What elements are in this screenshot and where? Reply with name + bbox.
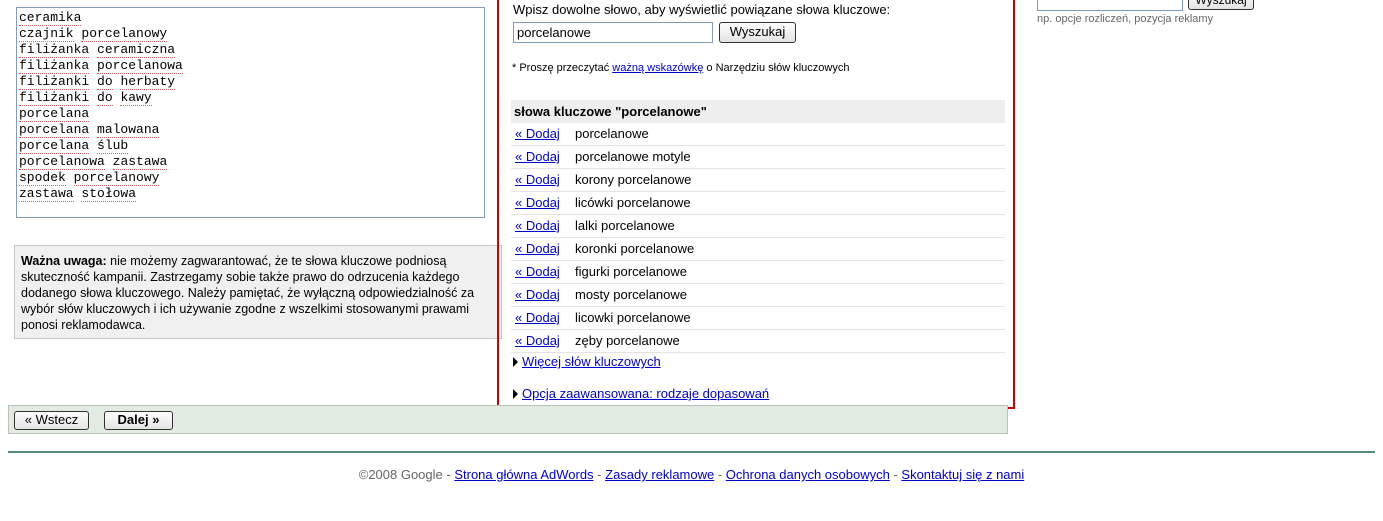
add-keyword-link[interactable]: « Dodaj (515, 310, 560, 325)
add-keyword-link[interactable]: « Dodaj (515, 149, 560, 164)
add-keyword-link[interactable]: « Dodaj (515, 287, 560, 302)
keyword-line: filiżanka ceramiczna (19, 42, 176, 58)
footer-copyright: ©2008 Google - (358, 467, 455, 482)
result-keyword: korony porcelanowe (575, 172, 692, 187)
help-search-button[interactable]: Wyszukaj (1188, 0, 1254, 10)
help-search-input[interactable] (1037, 0, 1183, 11)
footer-link-ad-policy[interactable]: Zasady reklamowe (605, 467, 714, 482)
result-keyword: lalki porcelanowe (575, 218, 675, 233)
results-table: słowa kluczowe "porcelanowe" « Dodaj porc… (511, 100, 1005, 353)
add-keyword-link[interactable]: « Dodaj (515, 241, 560, 256)
keyword-line: porcelana (19, 106, 90, 122)
result-row: « Dodaj korony porcelanowe (511, 169, 1005, 192)
advanced-match-types-link[interactable]: Opcja zaawansowana: rodzaje dopasowań (522, 386, 769, 401)
result-keyword: licówki porcelanowe (575, 195, 691, 210)
expand-triangle-icon (513, 389, 518, 399)
results-header: słowa kluczowe "porcelanowe" (511, 100, 1005, 123)
add-keyword-link[interactable]: « Dodaj (515, 333, 560, 348)
footer-link-privacy[interactable]: Ochrona danych osobowych (726, 467, 890, 482)
back-button[interactable]: « Wstecz (14, 411, 89, 430)
add-keyword-cell: « Dodaj (511, 330, 575, 352)
tool-note: * Proszę przeczytać ważną wskazówkę o Na… (512, 62, 849, 74)
keyword-tool-panel: Wpisz dowolne słowo, aby wyświetlić powi… (497, 0, 1015, 409)
result-keyword: koronki porcelanowe (575, 241, 695, 256)
keyword-line: filiżanka porcelanowa (19, 58, 183, 74)
add-keyword-cell: « Dodaj (511, 146, 575, 168)
footer-separator: - (889, 467, 902, 482)
keyword-line: porcelanowa zastawa (19, 154, 168, 170)
keyword-line: porcelana malowana (19, 122, 160, 138)
add-keyword-cell: « Dodaj (511, 261, 575, 283)
keyword-line: spodek porcelanowy (19, 170, 160, 186)
result-row: « Dodaj licówki porcelanowe (511, 192, 1005, 215)
result-row: « Dodaj koronki porcelanowe (511, 238, 1005, 261)
add-keyword-cell: « Dodaj (511, 238, 575, 260)
footer-separator: - (714, 467, 726, 482)
result-row: « Dodaj porcelanowe motyle (511, 146, 1005, 169)
keyword-line: zastawa stołowa (19, 186, 137, 202)
add-keyword-cell: « Dodaj (511, 215, 575, 237)
add-keyword-link[interactable]: « Dodaj (515, 126, 560, 141)
important-tip-link[interactable]: ważną wskazówkę (612, 62, 703, 74)
result-row: « Dodaj licowki porcelanowe (511, 307, 1005, 330)
search-button[interactable]: Wyszukaj (719, 22, 796, 43)
add-keyword-link[interactable]: « Dodaj (515, 172, 560, 187)
result-row: « Dodaj porcelanowe (511, 123, 1005, 146)
note-suffix: o Narzędziu słów kluczowych (703, 62, 850, 74)
add-keyword-cell: « Dodaj (511, 123, 575, 145)
result-keyword: porcelanowe (575, 126, 649, 141)
result-keyword: zęby porcelanowe (575, 333, 680, 348)
keyword-search-input[interactable] (513, 22, 713, 43)
more-keywords-link[interactable]: Więcej słów kluczowych (522, 354, 661, 369)
result-keyword: figurki porcelanowe (575, 264, 688, 279)
keywords-textarea[interactable]: ceramika czajnik porcelanowy filiżanka cer… (16, 7, 485, 218)
advanced-option-row: Opcja zaawansowana: rodzaje dopasowań (513, 386, 769, 401)
footer-separator: - (593, 467, 606, 482)
footer-link-adwords-home[interactable]: Strona główna AdWords (454, 467, 593, 482)
result-row: « Dodaj zęby porcelanowe (511, 330, 1005, 353)
keyword-line: porcelana ślub (19, 138, 129, 154)
add-keyword-cell: « Dodaj (511, 284, 575, 306)
expand-triangle-icon (513, 357, 518, 367)
next-button[interactable]: Dalej » (104, 411, 173, 430)
more-keywords-row: Więcej słów kluczowych (513, 354, 661, 369)
warning-box: Ważna uwaga: nie możemy zagwarantować, ż… (14, 245, 502, 339)
keyword-line: filiżanki do kawy (19, 90, 152, 106)
add-keyword-cell: « Dodaj (511, 307, 575, 329)
add-keyword-cell: « Dodaj (511, 169, 575, 191)
add-keyword-cell: « Dodaj (511, 192, 575, 214)
add-keyword-link[interactable]: « Dodaj (515, 218, 560, 233)
footer: ©2008 Google - Strona główna AdWords - Z… (0, 467, 1383, 482)
note-prefix: * Proszę przeczytać (512, 62, 613, 74)
result-keyword: mosty porcelanowe (575, 287, 687, 302)
warning-title: Ważna uwaga: (21, 254, 107, 268)
keyword-line: ceramika (19, 10, 82, 26)
keyword-line: czajnik porcelanowy (19, 26, 168, 42)
result-row: « Dodaj mosty porcelanowe (511, 284, 1005, 307)
result-keyword: licowki porcelanowe (575, 310, 691, 325)
add-keyword-link[interactable]: « Dodaj (515, 264, 560, 279)
search-prompt: Wpisz dowolne słowo, aby wyświetlić powi… (513, 2, 891, 17)
footer-link-contact[interactable]: Skontaktuj się z nami (901, 467, 1024, 482)
result-row: « Dodaj lalki porcelanowe (511, 215, 1005, 238)
add-keyword-link[interactable]: « Dodaj (515, 195, 560, 210)
nav-bar: « Wstecz Dalej » (8, 405, 1008, 434)
results-body: « Dodaj porcelanowe « Dodaj porcelanowe mot… (511, 123, 1005, 353)
result-row: « Dodaj figurki porcelanowe (511, 261, 1005, 284)
result-keyword: porcelanowe motyle (575, 149, 691, 164)
keyword-line: filiżanki do herbaty (19, 74, 176, 90)
footer-divider (8, 451, 1375, 453)
help-search-hint: np. opcje rozliczeń, pozycja reklamy (1037, 13, 1214, 25)
